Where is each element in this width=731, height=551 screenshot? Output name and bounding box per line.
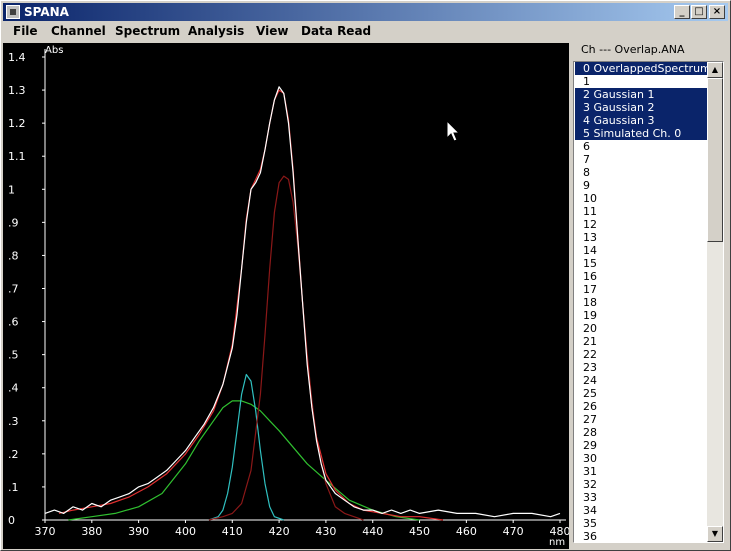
scroll-down-icon[interactable]: ▼ xyxy=(707,526,723,542)
channel-list-item[interactable]: 18 xyxy=(575,296,708,309)
channel-list-item[interactable]: 22 xyxy=(575,348,708,361)
y-tick-label: 1.2 xyxy=(8,117,26,130)
x-tick-label: 440 xyxy=(362,525,383,538)
channel-list-item[interactable]: 30 xyxy=(575,452,708,465)
channel-list-item[interactable]: 6 xyxy=(575,140,708,153)
channel-list-item[interactable]: 29 xyxy=(575,439,708,452)
spectrum-chart: 0 .1 .2 .3 .4 .5 .6 .7 .8 .9 1 1.1 1.2 1.3 1.4 370 380 39… xyxy=(8,45,569,548)
x-tick-label: 420 xyxy=(269,525,290,538)
y-tick-label: .6 xyxy=(8,316,19,329)
menu-file[interactable]: File xyxy=(13,22,38,41)
x-tick-label: 430 xyxy=(315,525,336,538)
y-tick-label: .7 xyxy=(8,283,19,296)
channel-list-item[interactable]: 0 OverlappedSpectrum xyxy=(575,62,711,75)
channel-list-item[interactable]: 23 xyxy=(575,361,708,374)
channel-list-item[interactable]: 21 xyxy=(575,335,708,348)
menu-bar: File Channel Spectrum Analysis View Data… xyxy=(3,22,728,41)
channel-list-item[interactable]: 7 xyxy=(575,153,708,166)
list-scrollbar[interactable]: ▲ ▼ xyxy=(707,62,723,542)
y-tick-label: .8 xyxy=(8,249,19,262)
y-tick-label: 1.4 xyxy=(8,51,26,64)
x-tick-label: 390 xyxy=(128,525,149,538)
x-tick-label: 400 xyxy=(175,525,196,538)
x-tick-label: 380 xyxy=(81,525,102,538)
channel-list-item[interactable]: 17 xyxy=(575,283,708,296)
mouse-cursor-icon xyxy=(446,119,461,142)
minimize-button[interactable]: _ xyxy=(674,5,690,19)
scroll-thumb[interactable] xyxy=(707,78,723,242)
channel-list-item[interactable]: 34 xyxy=(575,504,708,517)
x-tick-label: 370 xyxy=(35,525,56,538)
x-tick-label: 460 xyxy=(456,525,477,538)
channel-list-item[interactable]: 12 xyxy=(575,218,708,231)
channel-list-item[interactable]: 3 Gaussian 2 xyxy=(575,101,708,114)
channel-list-items: 0 OverlappedSpectrum 1 2 Gaussian 13 Gauss… xyxy=(575,62,711,542)
series-line-1 xyxy=(58,89,444,521)
channel-list-item[interactable]: 9 xyxy=(575,179,708,192)
scroll-up-icon[interactable]: ▲ xyxy=(707,62,723,78)
window-title: SPANA xyxy=(24,5,69,19)
channel-panel-label: Ch --- Overlap.ANA xyxy=(579,43,687,56)
maximize-button[interactable]: □ xyxy=(691,5,707,19)
channel-list-item[interactable]: 35 xyxy=(575,517,708,530)
close-button[interactable]: × xyxy=(709,5,725,19)
y-tick-label: .4 xyxy=(8,382,19,395)
channel-list-item[interactable]: 33 xyxy=(575,491,708,504)
y-tick-label: 1 xyxy=(8,183,15,196)
channel-list-item[interactable]: 27 xyxy=(575,413,708,426)
channel-list-item[interactable]: 24 xyxy=(575,374,708,387)
x-tick-label: 450 xyxy=(409,525,430,538)
menu-view[interactable]: View xyxy=(256,22,288,41)
series-line-0 xyxy=(44,86,561,518)
menu-analysis[interactable]: Analysis xyxy=(188,22,244,41)
channel-list-item[interactable]: 14 xyxy=(575,244,708,257)
y-tick-label: 1.3 xyxy=(8,84,26,97)
channel-list-item[interactable]: 1 xyxy=(575,75,708,88)
channel-list-item[interactable]: 13 xyxy=(575,231,708,244)
y-tick-label: .5 xyxy=(8,349,19,362)
y-tick-label: .9 xyxy=(8,216,19,229)
channel-list-item[interactable]: 36 xyxy=(575,530,708,542)
channel-list-item[interactable]: 26 xyxy=(575,400,708,413)
y-tick-label: .3 xyxy=(8,415,19,428)
channel-list[interactable]: 0 OverlappedSpectrum 1 2 Gaussian 13 Gauss… xyxy=(573,61,724,543)
x-tick-label: 470 xyxy=(503,525,524,538)
series-line-4 xyxy=(68,400,420,521)
channel-list-item[interactable]: 25 xyxy=(575,387,708,400)
channel-list-item[interactable]: 2 Gaussian 1 xyxy=(575,88,708,101)
channel-list-item[interactable]: 8 xyxy=(575,166,708,179)
y-tick-label: 1.1 xyxy=(8,150,26,163)
app-icon[interactable] xyxy=(6,5,20,19)
menu-channel[interactable]: Channel xyxy=(51,22,106,41)
spectrum-plot[interactable]: 0 .1 .2 .3 .4 .5 .6 .7 .8 .9 1 1.1 1.2 1.3 1.4 370 380 39… xyxy=(3,43,569,549)
app-window: SPANA _ □ × File Channel Spectrum Analys… xyxy=(0,0,731,551)
channel-list-item[interactable]: 15 xyxy=(575,257,708,270)
channel-list-item[interactable]: 16 xyxy=(575,270,708,283)
y-tick-label: .1 xyxy=(8,481,19,494)
channel-list-item[interactable]: 20 xyxy=(575,322,708,335)
channel-list-item[interactable]: 4 Gaussian 3 xyxy=(575,114,708,127)
title-bar[interactable]: SPANA _ □ × xyxy=(3,3,728,21)
series-line-3 xyxy=(208,373,284,521)
channel-list-item[interactable]: 28 xyxy=(575,426,708,439)
axes xyxy=(44,49,566,521)
channel-list-item[interactable]: 19 xyxy=(575,309,708,322)
channel-list-item[interactable]: 31 xyxy=(575,465,708,478)
series-lines xyxy=(44,86,561,521)
y-tick-label: 0 xyxy=(8,514,15,527)
channel-list-item[interactable]: 5 Simulated Ch. 0 xyxy=(575,127,708,140)
y-tick-label: .2 xyxy=(8,448,19,461)
menu-data-read[interactable]: Data Read xyxy=(301,22,371,41)
channel-list-item[interactable]: 10 xyxy=(575,192,708,205)
x-tick-label: 410 xyxy=(222,525,243,538)
menu-spectrum[interactable]: Spectrum xyxy=(115,22,180,41)
channel-list-item[interactable]: 32 xyxy=(575,478,708,491)
channel-list-item[interactable]: 11 xyxy=(575,205,708,218)
x-axis-label: nm xyxy=(549,537,565,548)
y-axis-label: Abs xyxy=(45,45,63,56)
